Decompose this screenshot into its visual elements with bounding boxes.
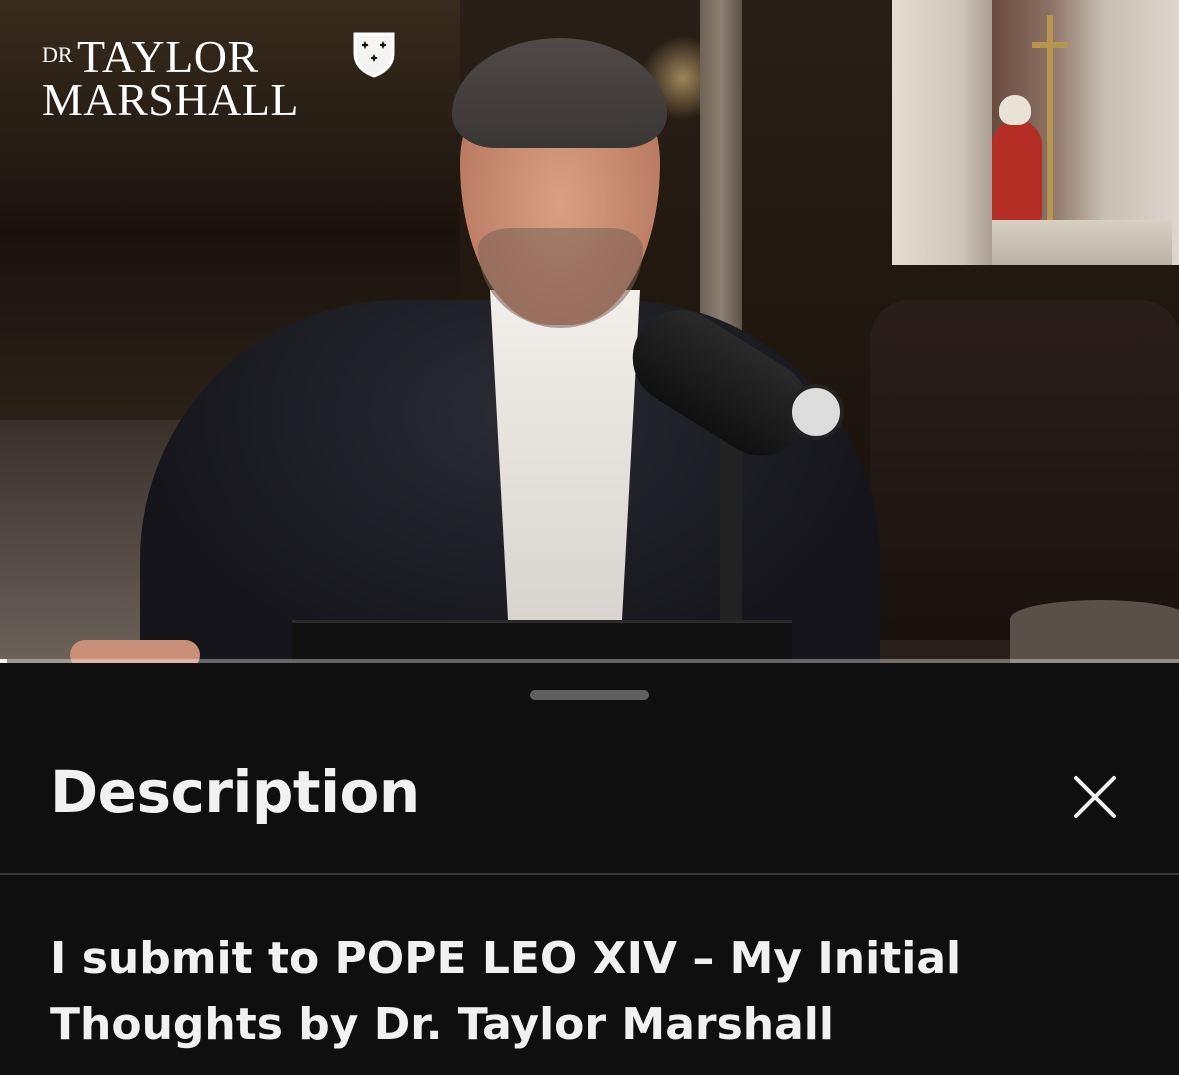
description-sheet: Description I submit to POPE LEO XIV – M… [0,668,1179,1075]
video-progress-bar[interactable] [0,659,1179,663]
logo-line-2: MARSHALL [42,74,300,125]
inset-crucifix [1047,15,1053,235]
logo-prefix: DR [42,42,73,67]
presenter-hair [452,38,667,148]
inset-column [892,0,992,265]
inset-figure [992,120,1042,220]
video-background-pillar [700,0,742,330]
divider [0,873,1179,875]
close-button[interactable] [1066,768,1124,826]
laptop [292,620,792,663]
video-background-table [1010,600,1179,663]
channel-logo: DR TAYLOR MARSHALL [42,30,395,126]
drag-handle[interactable] [530,690,649,700]
inset-ledge [992,220,1172,265]
video-player[interactable]: DR TAYLOR MARSHALL [0,0,1179,663]
inset-figure-cap [999,95,1031,125]
sheet-title: Description [50,758,420,826]
video-progress-played [0,659,8,663]
inset-photo [892,0,1179,265]
inset-crucifix-arm [1032,42,1068,48]
video-background-chair [870,300,1179,640]
presenter-shirt [490,290,640,620]
video-title: I submit to POPE LEO XIV – My Initial Th… [50,933,962,1050]
microphone-badge [788,384,844,440]
close-icon [1074,776,1116,818]
shield-icon [353,32,395,78]
